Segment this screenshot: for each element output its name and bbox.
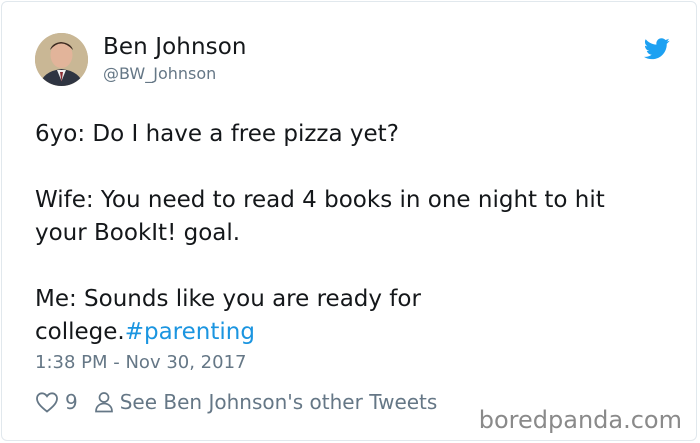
tweet-line-2: Wife: You need to read 4 books in one ni… [35,187,605,246]
tweet-actions: 9 See Ben Johnson's other Tweets [35,388,437,416]
tweet-line-1: 6yo: Do I have a free pizza yet? [35,121,399,147]
like-count[interactable]: 9 [65,390,78,414]
avatar[interactable] [35,33,88,86]
avatar-photo [35,33,88,86]
author-handle[interactable]: @BW_Johnson [103,64,216,83]
hashtag-link[interactable]: #parenting [125,319,255,345]
author-name[interactable]: Ben Johnson [103,34,247,60]
heart-icon[interactable] [35,391,59,413]
tweet-card: Ben Johnson @BW_Johnson 6yo: Do I have a… [1,1,697,441]
tweet-timestamp[interactable]: 1:38 PM - Nov 30, 2017 [35,352,246,373]
twitter-bird-icon[interactable] [644,38,670,60]
tweet-text: 6yo: Do I have a free pizza yet? Wife: Y… [35,118,675,349]
tweet-line-3: Me: Sounds like you are ready for colleg… [35,283,455,349]
other-tweets-link[interactable]: See Ben Johnson's other Tweets [120,390,438,414]
person-icon [94,392,113,413]
watermark-text: boredpanda.com [478,406,682,434]
